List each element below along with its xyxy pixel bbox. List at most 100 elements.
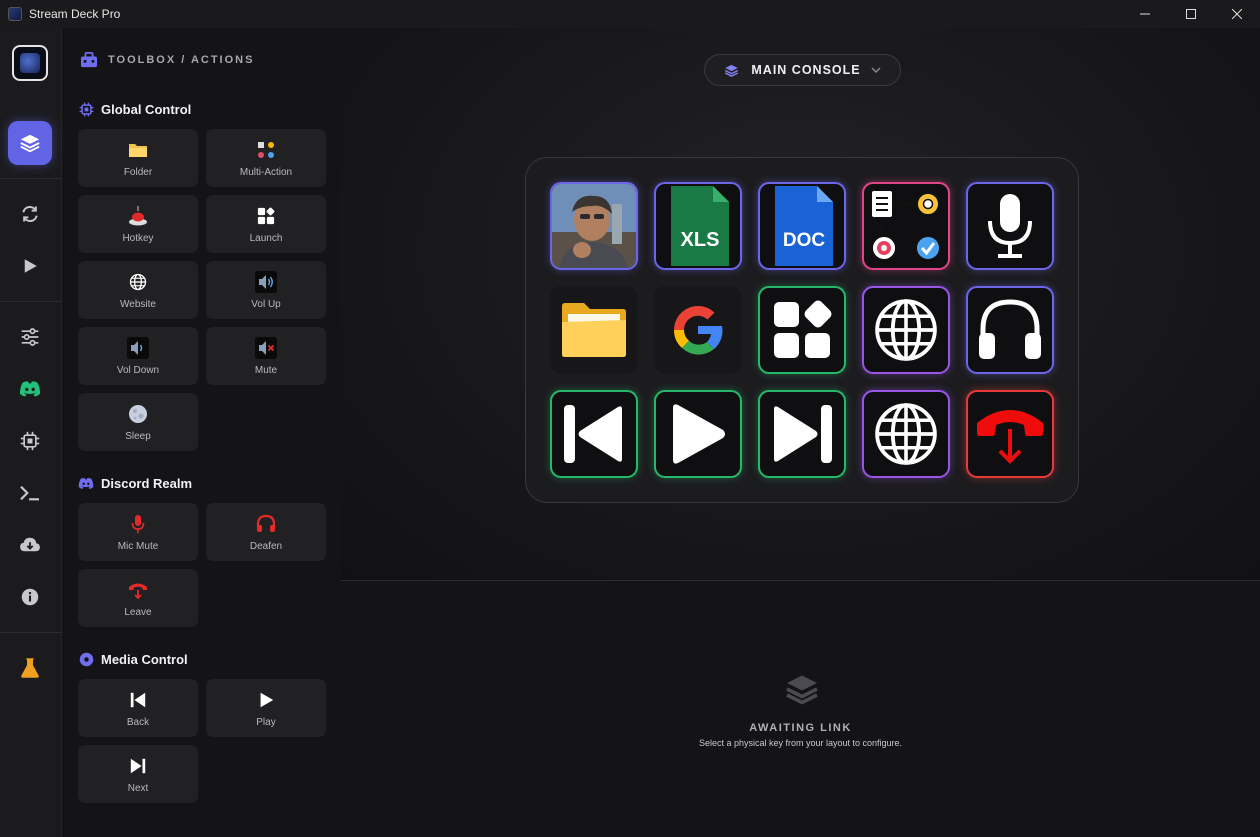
inspector-title: AWAITING LINK bbox=[749, 722, 852, 734]
action-mute[interactable]: Mute bbox=[206, 327, 326, 385]
deck-key-2[interactable]: XLS bbox=[654, 182, 742, 270]
google-icon bbox=[673, 305, 723, 355]
action-mic-mute[interactable]: Mic Mute bbox=[78, 503, 198, 561]
volume-up-icon bbox=[255, 271, 277, 293]
deck-key-10[interactable] bbox=[966, 286, 1054, 374]
close-button[interactable] bbox=[1214, 0, 1260, 28]
folder-icon bbox=[129, 144, 147, 157]
profile-label: MAIN CONSOLE bbox=[751, 63, 861, 77]
action-vol-up[interactable]: Vol Up bbox=[206, 261, 326, 319]
terminal-icon bbox=[20, 485, 39, 501]
app-logo[interactable] bbox=[12, 45, 48, 81]
action-label: Mic Mute bbox=[117, 541, 159, 552]
action-vol-down[interactable]: Vol Down bbox=[78, 327, 198, 385]
maximize-icon bbox=[1186, 9, 1196, 19]
deck-key-1[interactable] bbox=[550, 182, 638, 270]
action-deafen[interactable]: Deafen bbox=[206, 503, 326, 561]
action-play[interactable]: Play bbox=[206, 679, 326, 737]
rail-play-button[interactable] bbox=[8, 244, 52, 288]
next-track-icon bbox=[130, 758, 146, 774]
app-icon bbox=[8, 7, 22, 21]
disc-icon bbox=[79, 652, 93, 666]
icon-rail bbox=[0, 28, 62, 837]
info-icon bbox=[21, 588, 39, 606]
sliders-icon bbox=[21, 328, 39, 346]
action-label: Vol Up bbox=[251, 299, 281, 310]
layers-icon bbox=[20, 134, 40, 153]
inspector-subtitle: Select a physical key from your layout t… bbox=[698, 738, 903, 748]
action-label: Mute bbox=[254, 365, 278, 376]
action-label: Vol Down bbox=[116, 365, 160, 376]
action-next[interactable]: Next bbox=[78, 745, 198, 803]
multi-action-icon bbox=[258, 142, 274, 158]
profile-selector[interactable]: MAIN CONSOLE bbox=[704, 54, 901, 86]
action-label: Play bbox=[256, 717, 276, 728]
cloud-download-icon bbox=[20, 537, 40, 552]
toolbox-panel: TOOLBOX / ACTIONS Global Control Folder … bbox=[62, 28, 341, 837]
action-folder[interactable]: Folder bbox=[78, 129, 198, 187]
rail-lab-button[interactable] bbox=[8, 646, 52, 690]
action-label: Website bbox=[120, 299, 156, 310]
xls-file-icon: XLS bbox=[671, 186, 729, 266]
deck-key-13[interactable] bbox=[758, 390, 846, 478]
action-label: Back bbox=[126, 717, 150, 728]
previous-track-icon bbox=[130, 692, 146, 708]
toolbox-icon bbox=[81, 52, 97, 68]
logo-image bbox=[20, 53, 40, 73]
inspector-panel: AWAITING LINK Select a physical key from… bbox=[341, 581, 1260, 837]
action-label: Folder bbox=[123, 167, 153, 178]
action-hotkey[interactable]: Hotkey bbox=[78, 195, 198, 253]
chip-icon bbox=[79, 102, 93, 116]
action-back[interactable]: Back bbox=[78, 679, 198, 737]
stream-deck: XLS DOC bbox=[525, 157, 1079, 503]
deck-key-3[interactable]: DOC bbox=[758, 182, 846, 270]
photo-icon bbox=[552, 184, 636, 268]
title-bar: Stream Deck Pro bbox=[0, 0, 1260, 28]
window-title: Stream Deck Pro bbox=[29, 7, 121, 21]
maximize-button[interactable] bbox=[1168, 0, 1214, 28]
discord-icon bbox=[19, 381, 41, 397]
deck-key-11[interactable] bbox=[550, 390, 638, 478]
deck-key-9[interactable] bbox=[862, 286, 950, 374]
rail-cloud-button[interactable] bbox=[8, 523, 52, 567]
rail-settings-button[interactable] bbox=[8, 315, 52, 359]
action-website[interactable]: Website bbox=[78, 261, 198, 319]
apps-icon bbox=[774, 300, 832, 358]
toolbox-title: TOOLBOX / ACTIONS bbox=[108, 54, 255, 66]
microphone-icon bbox=[131, 515, 145, 533]
section-discord-realm: Discord Realm bbox=[78, 475, 192, 491]
action-leave[interactable]: Leave bbox=[78, 569, 198, 627]
deck-key-5[interactable] bbox=[966, 182, 1054, 270]
minimize-button[interactable] bbox=[1122, 0, 1168, 28]
microphone-icon bbox=[988, 194, 1032, 258]
action-multi-action[interactable]: Multi-Action bbox=[206, 129, 326, 187]
deck-key-14[interactable] bbox=[862, 390, 950, 478]
globe-icon bbox=[129, 273, 147, 291]
section-media-control: Media Control bbox=[78, 651, 188, 667]
xls-label: XLS bbox=[681, 229, 720, 251]
action-sleep[interactable]: Sleep bbox=[78, 393, 198, 451]
play-icon bbox=[673, 404, 725, 464]
next-track-icon bbox=[774, 405, 832, 463]
headphones-icon bbox=[979, 299, 1041, 359]
rail-terminal-button[interactable] bbox=[8, 471, 52, 515]
rail-layers-button[interactable] bbox=[8, 121, 52, 165]
section-title-text: Discord Realm bbox=[101, 475, 193, 491]
deck-key-12[interactable] bbox=[654, 390, 742, 478]
rail-chip-button[interactable] bbox=[8, 419, 52, 463]
flask-icon bbox=[21, 658, 39, 678]
layers-icon bbox=[786, 675, 818, 705]
deck-key-6[interactable] bbox=[550, 286, 638, 374]
hang-up-icon bbox=[129, 583, 147, 600]
deck-key-7[interactable] bbox=[654, 286, 742, 374]
rail-discord-button[interactable] bbox=[8, 367, 52, 411]
deck-key-4[interactable] bbox=[862, 182, 950, 270]
rail-info-button[interactable] bbox=[8, 575, 52, 619]
deck-key-8[interactable] bbox=[758, 286, 846, 374]
rail-sync-button[interactable] bbox=[8, 192, 52, 236]
rail-divider bbox=[0, 301, 62, 302]
action-launch[interactable]: Launch bbox=[206, 195, 326, 253]
deck-key-15[interactable] bbox=[966, 390, 1054, 478]
workflow-icon bbox=[871, 191, 941, 261]
hang-up-icon bbox=[977, 410, 1043, 464]
